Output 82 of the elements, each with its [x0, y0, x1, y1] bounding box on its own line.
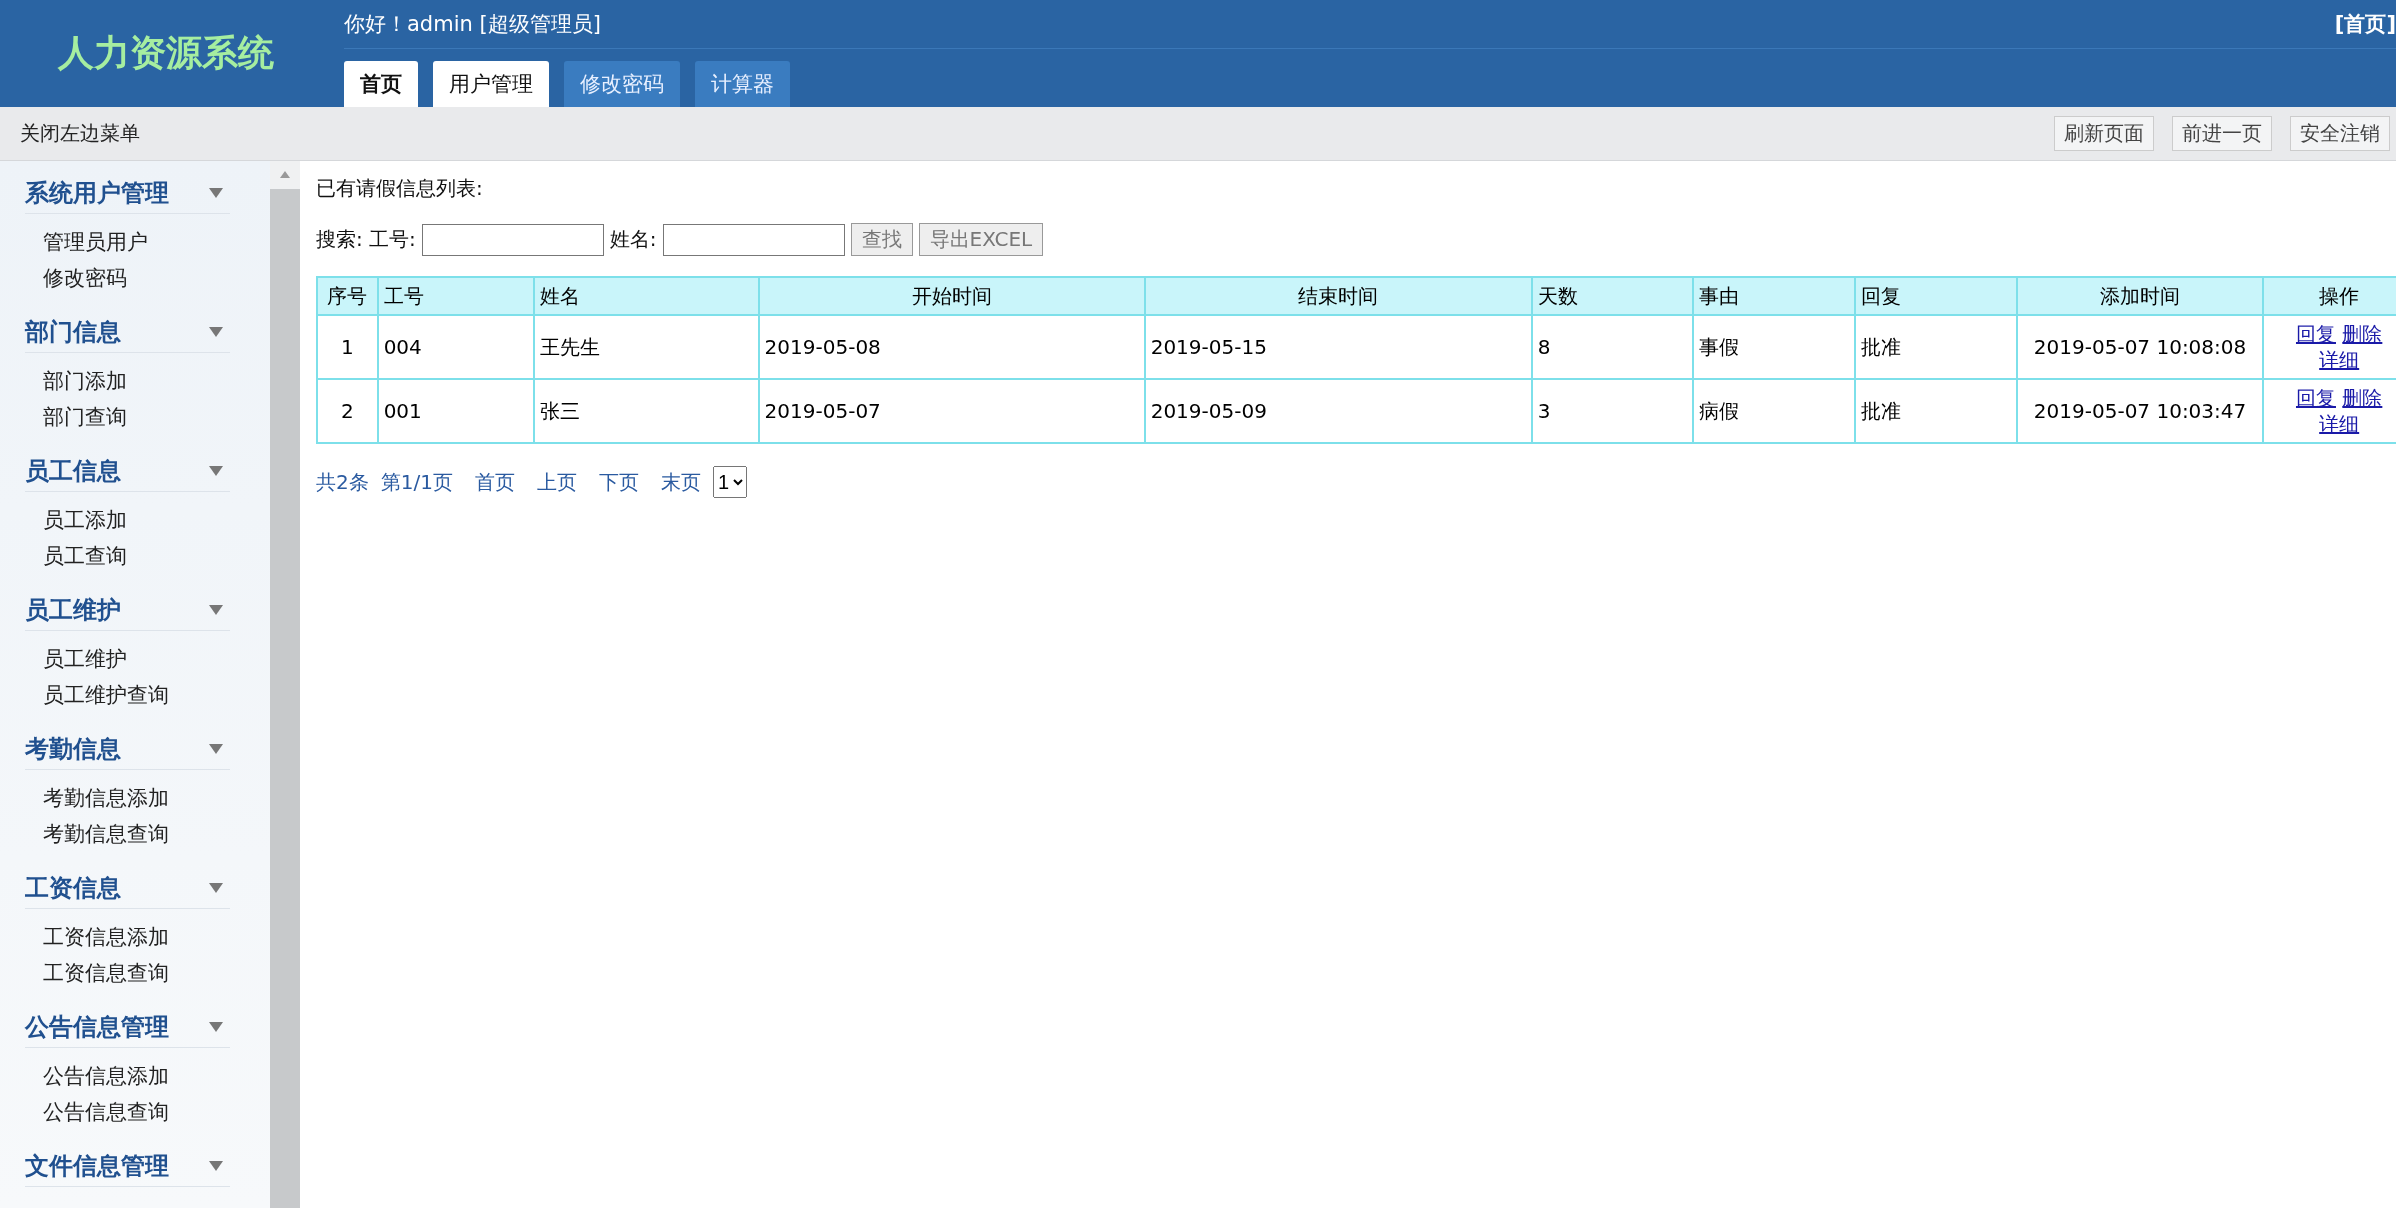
action-link[interactable]: 详细: [2319, 348, 2360, 372]
menu-group-title[interactable]: 员工维护: [25, 594, 121, 626]
name-input-field[interactable]: [662, 223, 845, 256]
app-title: 人力资源系统: [57, 31, 275, 75]
nav-tab[interactable]: 修改密码: [564, 61, 680, 107]
column-header: 添加时间: [2016, 277, 2264, 315]
menu-item[interactable]: 工资信息查询: [25, 955, 270, 991]
table-cell: 001: [377, 379, 535, 443]
search-button[interactable]: 查找: [850, 223, 913, 256]
table-cell: 2019-05-08: [758, 315, 1145, 379]
action-link[interactable]: 回复: [2296, 386, 2336, 410]
nav-tab[interactable]: 用户管理: [433, 61, 549, 107]
table-cell: 王先生: [534, 315, 759, 379]
menu-group-title[interactable]: 考勤信息: [25, 733, 121, 765]
table-cell: 8: [1531, 315, 1694, 379]
name-label: 姓名:: [609, 226, 657, 253]
table-cell: 张三: [534, 379, 759, 443]
menu-item[interactable]: 公告信息添加: [25, 1058, 270, 1094]
search-button[interactable]: 导出EXCEL: [918, 223, 1044, 256]
column-header: 工号: [377, 277, 535, 315]
table-cell: 批准: [1855, 379, 2017, 443]
menu-item[interactable]: 工资信息添加: [25, 919, 270, 955]
table-cell: 2019-05-07 10:08:08: [2016, 315, 2264, 379]
menu-item[interactable]: 部门查询: [25, 399, 270, 435]
menu-group-title[interactable]: 员工信息: [25, 455, 121, 487]
action-link[interactable]: 详细: [2319, 412, 2360, 436]
menu-item[interactable]: 部门添加: [25, 363, 270, 399]
table-cell: 批准: [1855, 315, 2017, 379]
search-label: 搜索: 工号:: [316, 226, 416, 253]
page-link[interactable]: 首页: [474, 468, 515, 496]
column-header: 事由: [1693, 277, 1856, 315]
record-count: 共2条: [316, 468, 369, 496]
table-cell: 病假: [1693, 379, 1856, 443]
menu-group-title[interactable]: 公告信息管理: [25, 1011, 169, 1043]
scrollbar[interactable]: [270, 161, 300, 1208]
menu-group-title[interactable]: 文件信息管理: [25, 1150, 169, 1182]
table-cell: 2019-05-09: [1144, 379, 1532, 443]
action-link[interactable]: 回复: [2296, 322, 2336, 346]
column-header: 姓名: [534, 277, 759, 315]
id-input-field[interactable]: [421, 223, 604, 256]
menu-item[interactable]: 考勤信息添加: [25, 780, 270, 816]
table-cell: 2: [317, 379, 378, 443]
menu-item[interactable]: 管理员用户: [25, 224, 270, 260]
menu-item[interactable]: 修改密码: [25, 260, 270, 296]
toolbar-button[interactable]: 前进一页: [2172, 116, 2272, 151]
menu-group-title[interactable]: 部门信息: [25, 316, 121, 348]
column-header: 回复: [1855, 277, 2017, 315]
table-cell: 1: [317, 315, 378, 379]
column-header: 天数: [1531, 277, 1694, 315]
table-cell: 事假: [1693, 315, 1856, 379]
column-header: 开始时间: [758, 277, 1145, 315]
menu-group-title[interactable]: 系统用户管理: [25, 177, 169, 209]
menu-item[interactable]: 员工添加: [25, 502, 270, 538]
toolbar-button[interactable]: 安全注销: [2290, 116, 2390, 151]
nav-tab[interactable]: 首页: [344, 61, 418, 107]
column-header: 序号: [317, 277, 378, 315]
menu-item[interactable]: 公告信息查询: [25, 1094, 270, 1130]
table-cell: 2019-05-07 10:03:47: [2016, 379, 2264, 443]
menu-item[interactable]: 考勤信息查询: [25, 816, 270, 852]
page-link[interactable]: 下页: [598, 468, 639, 496]
page-link[interactable]: 末页: [660, 468, 701, 496]
table-cell: 3: [1531, 379, 1694, 443]
action-link[interactable]: 删除: [2342, 322, 2383, 346]
page-select[interactable]: 1: [712, 466, 747, 498]
table-cell: 2019-05-15: [1144, 315, 1532, 379]
menu-item[interactable]: 员工维护查询: [25, 677, 270, 713]
column-header: 操作: [2263, 277, 2396, 315]
table-cell: 004: [377, 315, 535, 379]
column-header: 结束时间: [1144, 277, 1532, 315]
menu-group-title[interactable]: 工资信息: [25, 872, 121, 904]
menu-item[interactable]: 员工查询: [25, 538, 270, 574]
table-cell: 2019-05-07: [758, 379, 1145, 443]
greeting: 你好！admin [超级管理员]: [344, 11, 601, 38]
toggle-menu-link[interactable]: 关闭左边菜单: [20, 120, 140, 147]
home-link[interactable]: [首页]: [2334, 10, 2396, 38]
list-heading: 已有请假信息列表:: [316, 175, 484, 202]
action-link[interactable]: 删除: [2342, 386, 2383, 410]
page-link[interactable]: 上页: [536, 468, 577, 496]
nav-tab[interactable]: 计算器: [695, 61, 790, 107]
toolbar-button[interactable]: 刷新页面: [2054, 116, 2154, 151]
menu-item[interactable]: 员工维护: [25, 641, 270, 677]
page-indicator: 第1/1页: [380, 468, 453, 496]
